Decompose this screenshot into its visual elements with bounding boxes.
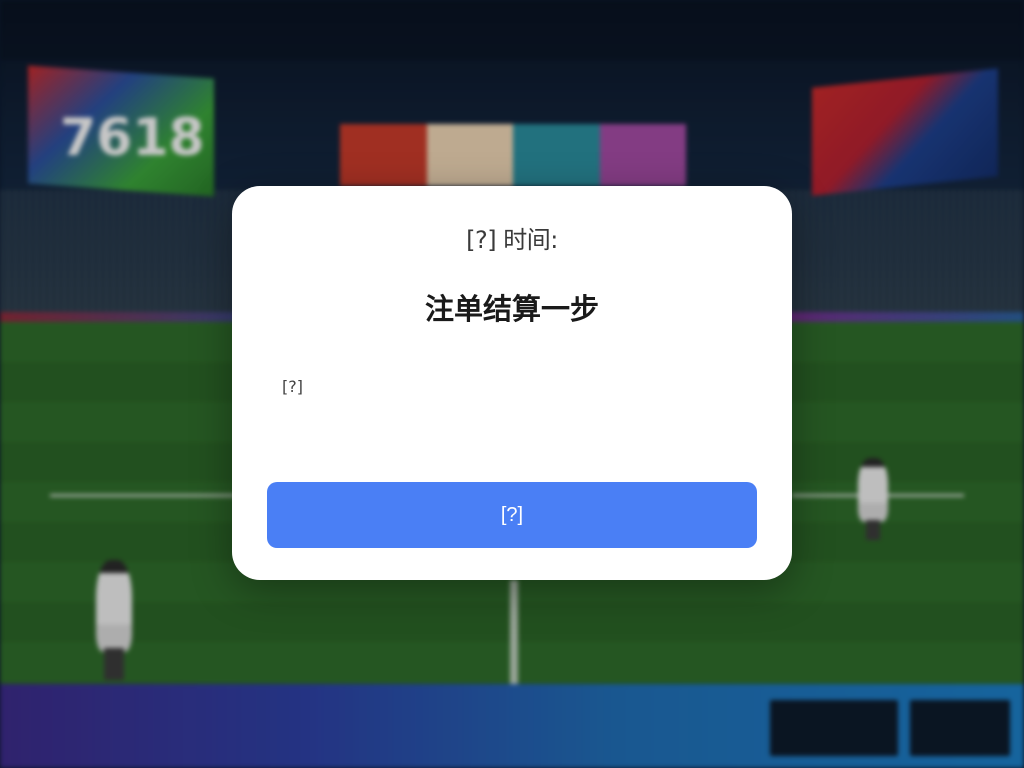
dialog-title: 注单结算一步 xyxy=(424,292,599,326)
dialog-message: [?] xyxy=(282,377,303,396)
game-screen: 7618 [?] 时间: 注单结算一步 [?] [?] xyxy=(0,0,1024,768)
confirm-button[interactable]: [?] xyxy=(267,482,757,548)
settlement-dialog: [?] 时间: 注单结算一步 [?] [?] xyxy=(232,186,792,580)
dialog-subtitle: [?] 时间: xyxy=(466,226,558,254)
